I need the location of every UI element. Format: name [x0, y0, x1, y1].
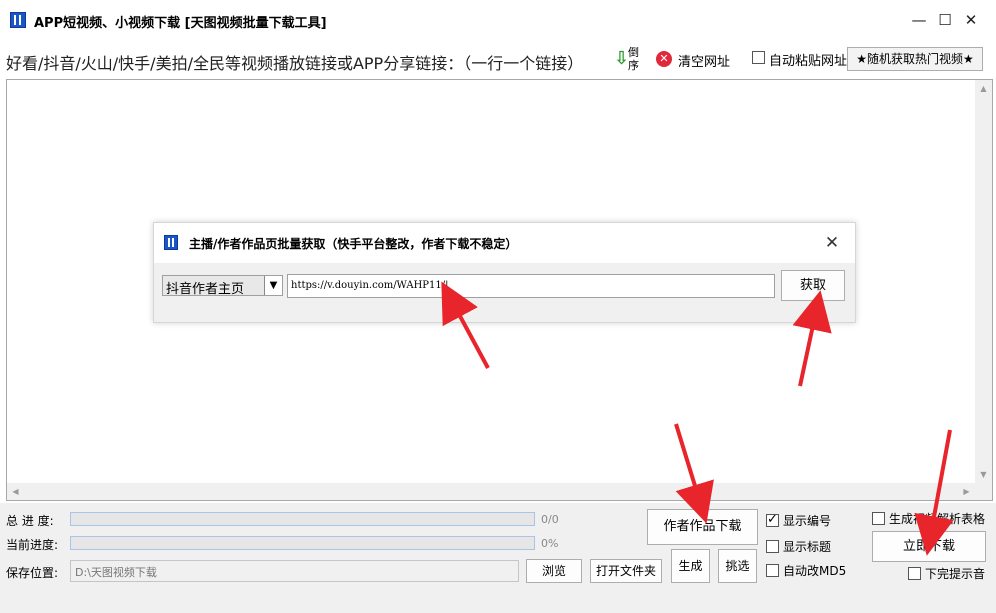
auto-paste-checkbox[interactable]: [752, 51, 765, 64]
window-title: APP短视频、小视频下载 [天图视频批量下载工具]: [34, 16, 327, 31]
auto-md5-checkbox[interactable]: [766, 564, 779, 577]
author-batch-dialog: 主播/作者作品页批量获取（快手平台整改，作者下载不稳定） ✕ 抖音作者主页 ▼ …: [153, 222, 856, 323]
show-title-checkbox[interactable]: [766, 540, 779, 553]
save-location-label: 保存位置:: [6, 566, 59, 580]
reverse-order-label: 倒序: [628, 46, 639, 72]
generate-button[interactable]: 生成: [671, 549, 710, 583]
browse-button[interactable]: 浏览: [526, 559, 582, 583]
random-hot-videos-button[interactable]: ★随机获取热门视频★: [847, 47, 983, 71]
current-progress-bar: [70, 536, 535, 550]
current-progress-value: 0%: [541, 537, 559, 550]
vertical-scrollbar[interactable]: ▲ ▼: [975, 80, 992, 483]
total-progress-value: 0/0: [541, 513, 559, 526]
title-bar: APP短视频、小视频下载 [天图视频批量下载工具] — ☐ ✕: [0, 0, 996, 40]
author-url-input[interactable]: https://v.douyin.com/WAHP11/|: [287, 274, 775, 298]
total-progress-label: 总 进 度:: [6, 514, 54, 528]
total-progress-bar: [70, 512, 535, 526]
dialog-title-bar: 主播/作者作品页批量获取（快手平台整改，作者下载不稳定） ✕: [154, 223, 855, 263]
start-download-button[interactable]: 立即下载: [872, 531, 986, 562]
url-list-label: 好看/抖音/火山/快手/美拍/全民等视频播放链接或APP分享链接：（一行一个链接…: [6, 54, 584, 73]
chevron-down-icon[interactable]: ▼: [264, 276, 282, 295]
open-folder-button[interactable]: 打开文件夹: [590, 559, 662, 583]
dialog-close-icon[interactable]: ✕: [818, 229, 846, 257]
reverse-order-button[interactable]: ⇩ 倒序: [614, 46, 644, 74]
scroll-right-icon[interactable]: ▶: [958, 483, 975, 500]
source-platform-value: 抖音作者主页: [166, 282, 245, 297]
video-download-icon: [164, 235, 178, 250]
auto-md5-label: 自动改MD5: [783, 564, 847, 578]
scroll-up-icon[interactable]: ▲: [975, 80, 992, 97]
save-path-field[interactable]: D:\天图视频下载: [70, 560, 519, 582]
close-button[interactable]: ✕: [956, 6, 986, 34]
show-number-checkbox[interactable]: [766, 512, 779, 527]
clear-urls-label: 清空网址: [678, 55, 731, 70]
red-x-icon: ✕: [656, 51, 672, 67]
show-number-label: 显示编号: [783, 514, 832, 528]
scroll-left-icon[interactable]: ◀: [7, 483, 24, 500]
scrollbar-corner: [975, 483, 992, 500]
source-platform-select[interactable]: 抖音作者主页 ▼: [162, 275, 283, 297]
done-sound-checkbox[interactable]: [908, 567, 921, 580]
done-sound-label: 下完提示音: [925, 567, 986, 581]
author-url-value: https://v.douyin.com/WAHP11/: [291, 280, 446, 291]
show-title-label: 显示标题: [783, 540, 832, 554]
fetch-button[interactable]: 获取: [781, 270, 845, 301]
gen-table-checkbox[interactable]: [872, 512, 885, 525]
auto-paste-label: 自动粘贴网址: [769, 54, 848, 69]
gen-table-label: 生成视频解析表格: [889, 512, 986, 526]
arrow-down-icon: ⇩: [614, 48, 630, 69]
pick-button[interactable]: 挑选: [718, 549, 757, 583]
dialog-title: 主播/作者作品页批量获取（快手平台整改，作者下载不稳定）: [189, 237, 518, 251]
scroll-down-icon[interactable]: ▼: [975, 466, 992, 483]
horizontal-scrollbar[interactable]: ◀ ▶: [7, 483, 975, 500]
bottom-panel: 总 进 度: 0/0 当前进度: 0% 保存位置: D:\天图视频下载 浏览 打…: [0, 503, 996, 613]
current-progress-label: 当前进度:: [6, 538, 59, 552]
author-download-button[interactable]: 作者作品下载: [647, 509, 758, 545]
dialog-body: 抖音作者主页 ▼ https://v.douyin.com/WAHP11/| 获…: [154, 263, 855, 322]
video-download-icon: [10, 12, 26, 28]
